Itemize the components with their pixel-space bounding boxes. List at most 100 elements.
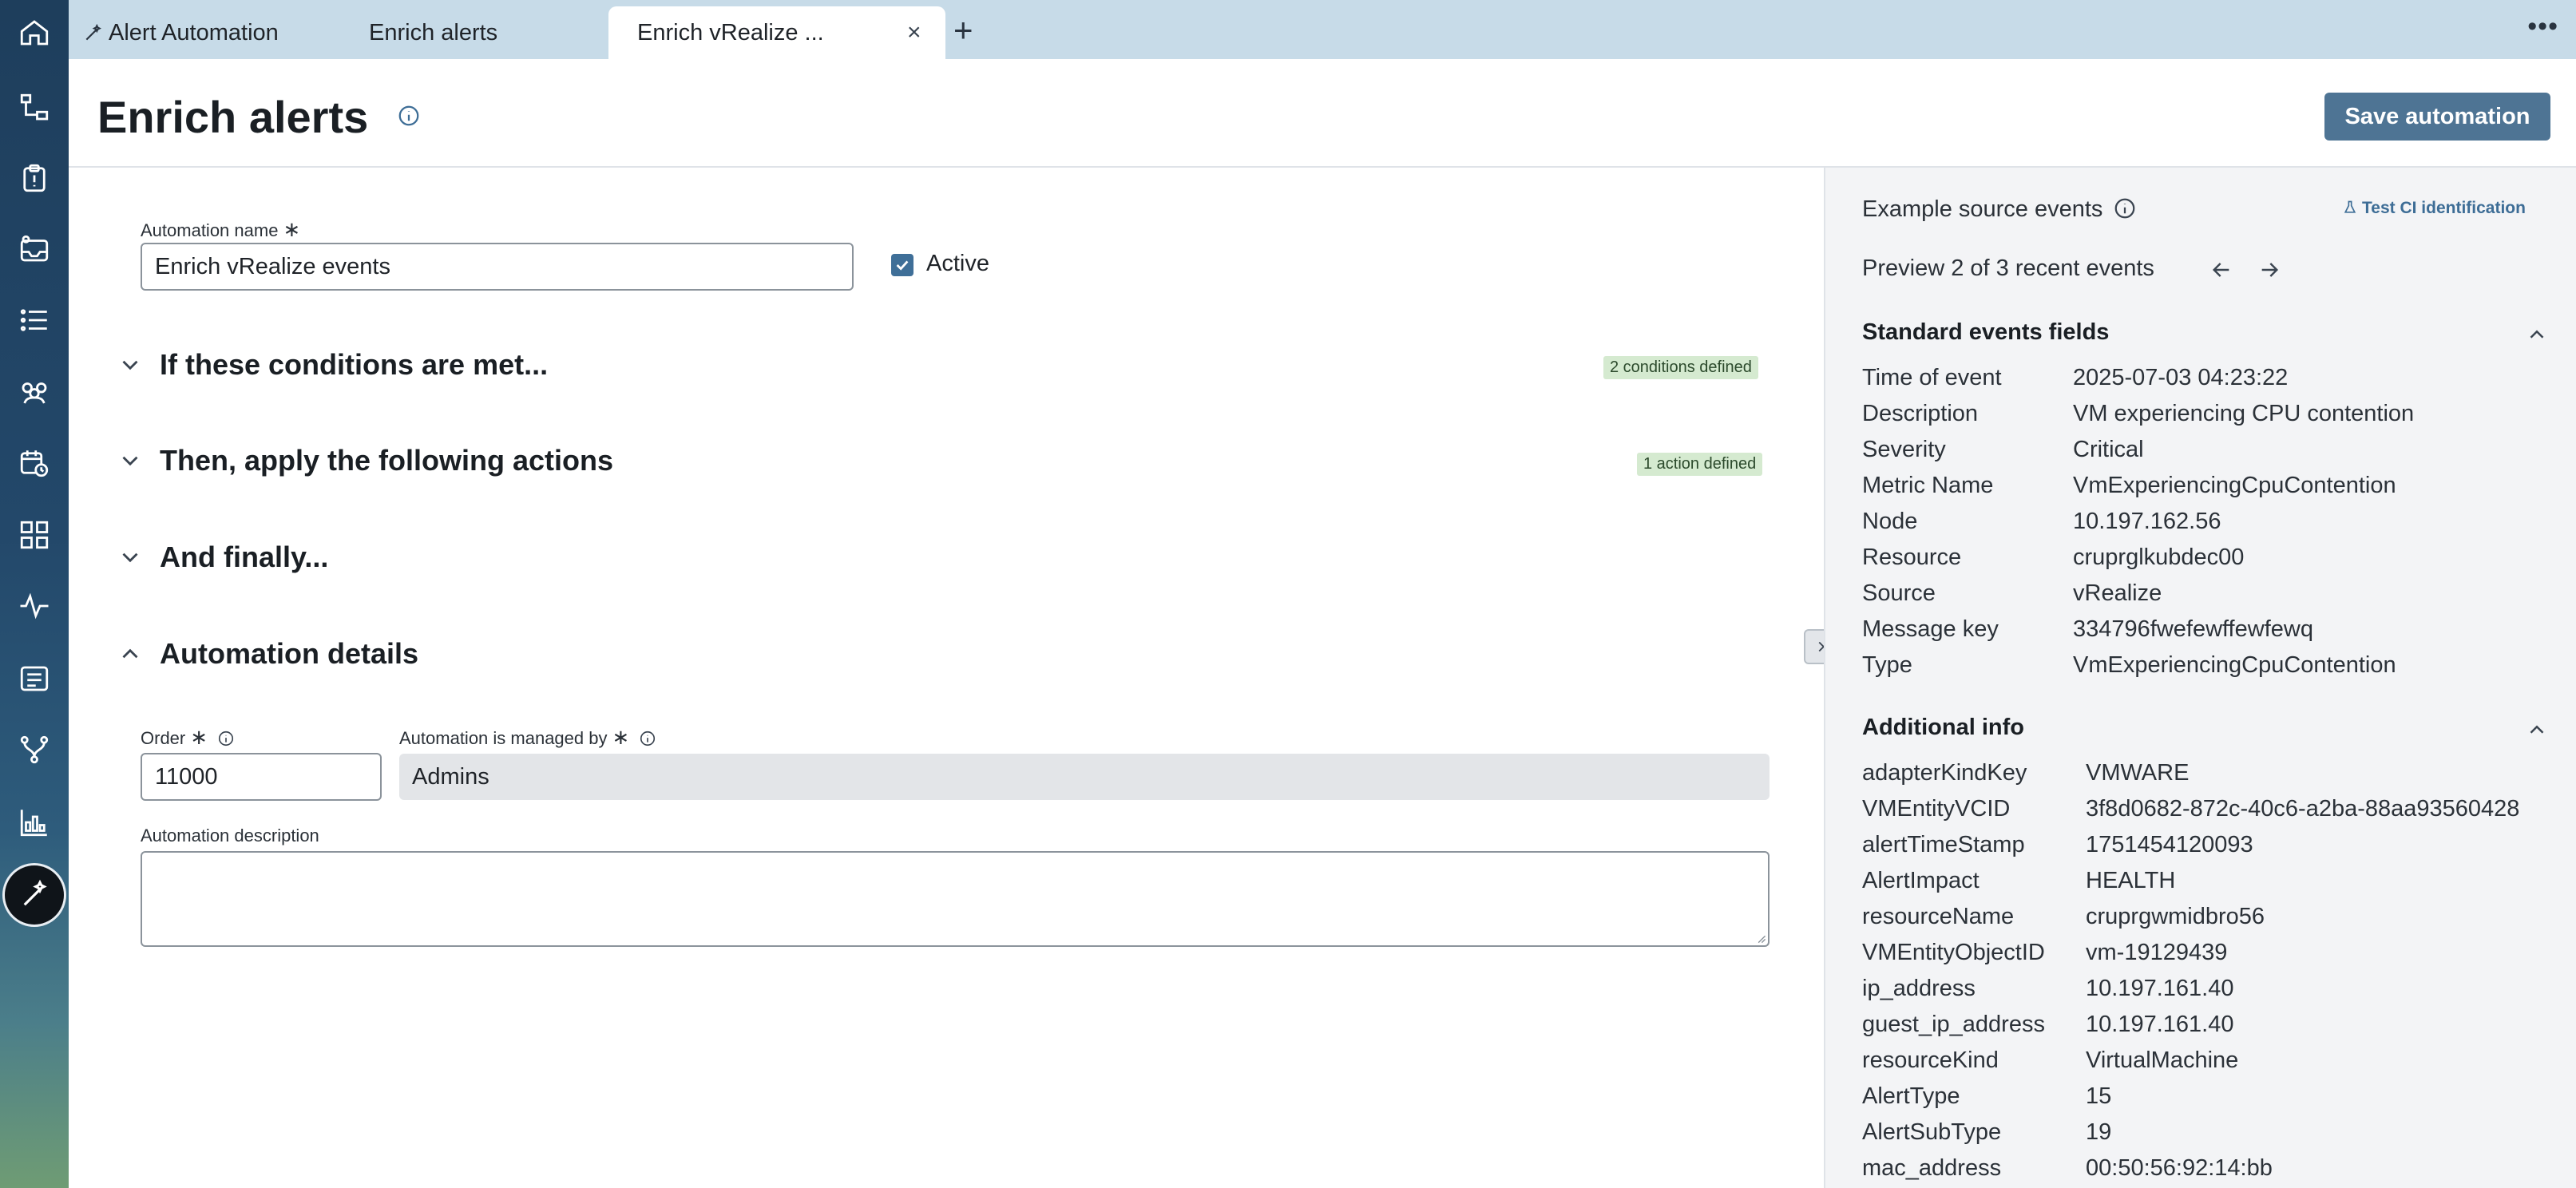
field-key: resourceName <box>1862 904 2015 929</box>
list-icon[interactable] <box>14 300 54 340</box>
field-key: mac_address <box>1862 1155 2002 1181</box>
tab-alert-automation[interactable]: Alert Automation <box>83 6 386 59</box>
clipboard-icon[interactable] <box>14 158 54 198</box>
field-value: VmExperiencingCpuContention <box>2073 652 2396 678</box>
field-key: Node <box>1862 509 1918 534</box>
field-value: Critical <box>2073 437 2144 462</box>
field-key: Description <box>1862 401 1979 426</box>
add-tab-button[interactable]: + <box>953 11 973 50</box>
field-key: guest_ip_address <box>1862 1012 2045 1037</box>
close-icon[interactable]: × <box>907 19 921 46</box>
info-icon[interactable] <box>397 104 421 128</box>
field-key: resourceKind <box>1862 1047 1999 1073</box>
field-key: VMEntityObjectID <box>1862 940 2045 965</box>
log-list-icon[interactable] <box>14 659 54 699</box>
field-value: 15 <box>2086 1083 2112 1109</box>
section-title: If these conditions are met... <box>160 348 549 381</box>
tab-label: Alert Automation <box>109 19 279 46</box>
automation-name-input[interactable]: Enrich vRealize events <box>141 243 854 291</box>
branch-icon[interactable] <box>14 730 54 770</box>
active-label: Active <box>926 251 989 276</box>
hierarchy-icon[interactable] <box>14 88 54 128</box>
standard-fields-title: Standard events fields <box>1862 319 2110 345</box>
field-value: VmExperiencingCpuContention <box>2073 473 2396 498</box>
wand-icon <box>85 23 102 41</box>
field-key: ip_address <box>1862 976 1976 1001</box>
description-textarea[interactable] <box>141 851 1770 947</box>
field-value: cruprgwmidbro56 <box>2086 904 2265 929</box>
arrow-right-icon[interactable] <box>2257 257 2282 283</box>
field-key: Source <box>1862 580 1936 606</box>
order-label-text: Order <box>141 728 186 748</box>
section-title: Then, apply the following actions <box>160 444 614 477</box>
order-label: Order ∗ <box>141 725 235 750</box>
field-value: 334796fwefewffewfewq <box>2073 616 2313 642</box>
field-key: Severity <box>1862 437 1946 462</box>
field-value: 19 <box>2086 1119 2112 1145</box>
test-ci-identification-link[interactable]: Test CI identification <box>2362 199 2526 218</box>
section-finally[interactable]: And finally... <box>117 541 328 574</box>
field-value: vRealize <box>2073 580 2162 606</box>
managed-by-label-text: Automation is managed by <box>399 728 608 748</box>
field-key: AlertType <box>1862 1083 1960 1109</box>
home-icon[interactable] <box>14 13 54 53</box>
team-icon[interactable] <box>14 372 54 412</box>
page-header: Enrich alerts Save automation <box>69 59 2576 168</box>
dashboard-grid-icon[interactable] <box>14 515 54 555</box>
field-value: 10.197.161.40 <box>2086 1012 2234 1037</box>
calendar-clock-icon[interactable] <box>14 443 54 483</box>
field-value: cruprglkubdec00 <box>2073 544 2245 570</box>
section-conditions[interactable]: If these conditions are met... <box>117 348 548 382</box>
required-asterisk-icon: ∗ <box>612 725 630 749</box>
page-title: Enrich alerts <box>97 91 421 143</box>
section-title: Automation details <box>160 637 419 670</box>
checkmark-icon <box>896 260 909 271</box>
field-key: Message key <box>1862 616 1999 642</box>
magic-wand-icon[interactable] <box>5 865 64 925</box>
active-checkbox[interactable] <box>891 254 913 276</box>
section-actions[interactable]: Then, apply the following actions <box>117 444 613 477</box>
field-value: 3f8d0682-872c-40c6-a2ba-88aa93560428 <box>2086 796 2520 822</box>
automation-name-value: Enrich vRealize events <box>155 253 390 279</box>
more-options-icon[interactable]: ••• <box>2527 11 2558 42</box>
section-title: And finally... <box>160 541 329 573</box>
inbox-icon[interactable] <box>14 229 54 269</box>
arrow-left-icon[interactable] <box>2209 257 2234 283</box>
info-icon[interactable] <box>2113 196 2137 220</box>
tab-label: Enrich vRealize ... <box>637 19 824 46</box>
field-key: Type <box>1862 652 1912 678</box>
field-key: alertTimeStamp <box>1862 832 2025 857</box>
field-key: Metric Name <box>1862 473 1994 498</box>
section-automation-details[interactable]: Automation details <box>117 637 418 671</box>
field-value: VirtualMachine <box>2086 1047 2239 1073</box>
field-value: VM experiencing CPU contention <box>2073 401 2415 426</box>
panel-title: Example source events <box>1862 196 2103 222</box>
managed-by-label: Automation is managed by ∗ <box>399 725 656 750</box>
field-value: VMWARE <box>2086 760 2190 786</box>
bar-chart-icon[interactable] <box>14 802 54 842</box>
chevron-up-icon[interactable] <box>2525 718 2549 742</box>
field-key: AlertImpact <box>1862 868 1980 893</box>
chevron-down-icon <box>122 456 138 466</box>
pulse-icon[interactable] <box>14 586 54 626</box>
example-events-panel: Example source events Test CI identifica… <box>1824 168 2576 1188</box>
order-value: 11000 <box>155 763 218 790</box>
automation-name-label-text: Automation name <box>141 220 279 240</box>
info-icon[interactable] <box>217 730 235 747</box>
required-asterisk-icon: ∗ <box>283 217 301 241</box>
preview-text: Preview 2 of 3 recent events <box>1862 255 2154 281</box>
info-icon[interactable] <box>639 730 656 747</box>
order-input[interactable]: 11000 <box>141 753 382 801</box>
tab-bar: Alert Automation Enrich alerts × Enrich … <box>69 0 2576 59</box>
field-key: adapterKindKey <box>1862 760 2027 786</box>
left-navigation <box>0 0 69 1188</box>
save-automation-button[interactable]: Save automation <box>2324 93 2550 141</box>
field-value: 1751454120093 <box>2086 832 2253 857</box>
field-key: Resource <box>1862 544 1962 570</box>
tab-enrich-vrealize[interactable]: Enrich vRealize ... × <box>608 6 945 59</box>
page-title-text: Enrich alerts <box>97 92 369 142</box>
resize-handle-icon[interactable] <box>1755 933 1766 944</box>
automation-name-label: Automation name ∗ <box>141 217 300 242</box>
field-value: 2025-07-03 04:23:22 <box>2073 365 2289 390</box>
chevron-up-icon[interactable] <box>2525 323 2549 346</box>
